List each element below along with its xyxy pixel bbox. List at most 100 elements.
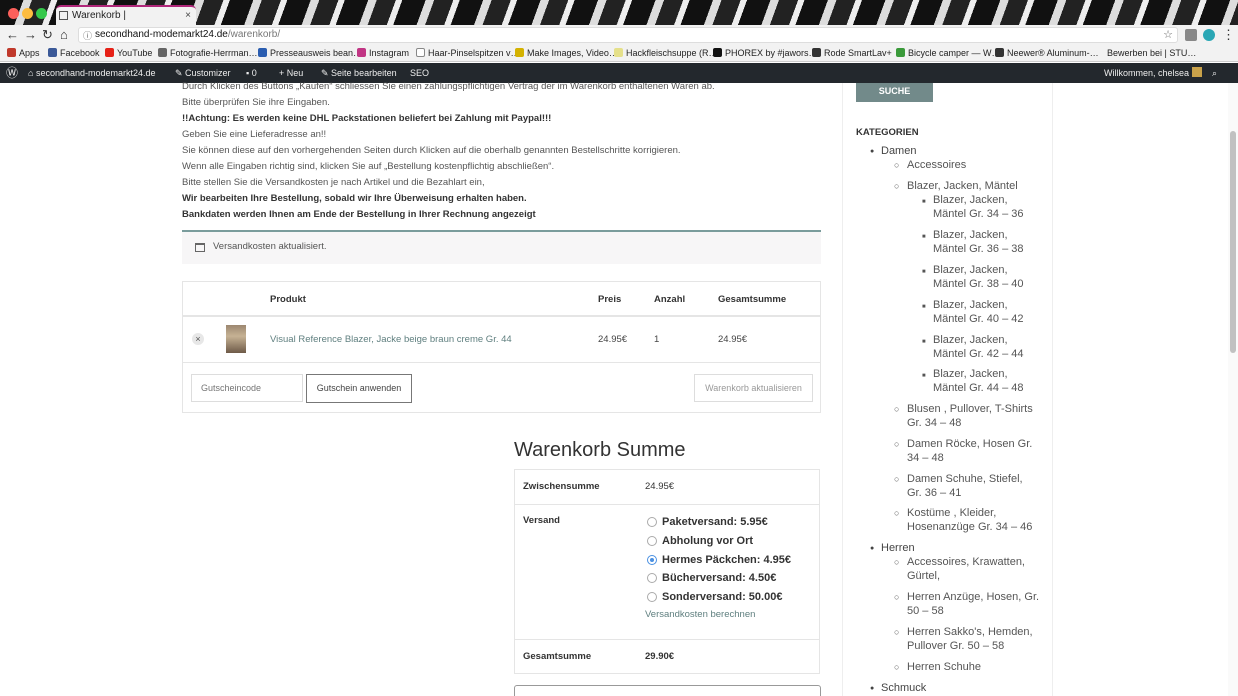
shipping-radio[interactable] [647,592,657,602]
category-link[interactable]: Kostüme , Kleider, Hosenanzüge Gr. 34 – … [894,506,1049,534]
category-link[interactable]: Blazer, Jacken, Mäntel Gr. 44 – 48 [922,367,1033,395]
bookmark-instagram[interactable]: Instagram [357,45,409,61]
close-window-button[interactable] [8,8,19,19]
shipping-radio[interactable] [647,555,657,565]
checkout-message: Geben Sie eine Lieferadresse an!! [182,129,327,140]
category-link[interactable]: Blazer, Jacken, Mäntel Gr. 36 – 38 [922,228,1033,256]
menu-icon[interactable]: ⋮ [1222,27,1235,43]
category-link[interactable]: Accessoires, Krawatten, Gürtel, [894,555,1037,583]
item-qty[interactable]: 1 [654,334,659,345]
checkout-button[interactable] [514,685,821,696]
category-link[interactable]: Blazer, Jacken, Mäntel Gr. 34 – 36 [922,193,1033,221]
category-link[interactable]: Damen Schuhe, Stiefel, Gr. 36 – 41 [894,472,1029,500]
extension-icon[interactable] [1203,29,1215,41]
bookmark-hackfleischsuppe[interactable]: Hackfleischsuppe (R… [614,45,718,61]
page-icon [713,48,722,57]
update-cart-button[interactable]: Warenkorb aktualisieren [694,374,813,402]
bookmark-bewerben[interactable]: Bewerben bei | STU… [1107,45,1196,61]
bookmark-apps[interactable]: Apps [7,45,40,61]
admin-welcome[interactable]: Willkommen, chelsea [1104,63,1202,83]
table-divider [183,362,820,363]
bookmark-neewer[interactable]: Neewer® Aluminum-… [995,45,1099,61]
shipping-option[interactable]: Paketversand: 5.95€ [645,516,768,528]
category-link[interactable]: Blazer, Jacken, Mäntel Gr. 40 – 42 [922,298,1033,326]
bookmark-make-images[interactable]: Make Images, Video… [515,45,618,61]
search-icon[interactable]: ⌕ [1212,63,1217,83]
reload-icon[interactable]: ↻ [42,27,53,43]
shipping-option-selected[interactable]: Hermes Päckchen: 4.95€ [645,554,791,566]
total-value: 29.90€ [645,651,675,662]
scrollbar-thumb[interactable] [1230,131,1236,353]
admin-edit-page-link[interactable]: ✎ Seite bearbeiten [321,63,397,83]
shipping-radio[interactable] [647,573,657,583]
wordpress-icon[interactable]: Ⓦ [6,63,18,83]
checkout-message: Bitte stellen Sie die Versandkosten je n… [182,177,485,188]
category-link[interactable]: Blusen , Pullover, T-Shirts Gr. 34 – 48 [894,402,1042,430]
apps-icon [7,48,16,57]
url-input[interactable]: ⓘ secondhand-modemarkt24.de/warenkorb/ ☆ [78,27,1178,43]
browser-tab[interactable]: Warenkorb | × [56,5,196,25]
bookmark-youtube[interactable]: YouTube [105,45,152,61]
forward-icon[interactable]: → [24,27,37,43]
category-link[interactable]: Damen [870,144,917,159]
admin-comments-link[interactable]: ▪ 0 [246,63,257,83]
category-link[interactable]: Accessoires [894,158,966,172]
shipping-radio[interactable] [647,536,657,546]
home-icon[interactable]: ⌂ [60,27,68,43]
checkout-message: Durch Klicken des Buttons „Kaufen“ schli… [182,81,715,92]
page-icon [258,48,267,57]
categories-title: KATEGORIEN [856,127,919,138]
calculate-shipping-link[interactable]: Versandkosten berechnen [645,609,755,620]
table-divider [183,315,820,317]
category-link[interactable]: Herren Anzüge, Hosen, Gr. 50 – 58 [894,590,1045,618]
bookmark-bicycle[interactable]: Bicycle camper — W… [896,45,1001,61]
apply-coupon-button[interactable]: Gutschein anwenden [306,374,412,403]
shipping-option[interactable]: Sonderversand: 50.00€ [645,591,782,603]
maximize-window-button[interactable] [36,8,47,19]
bookmark-facebook[interactable]: Facebook [48,45,100,61]
checkout-message: Wenn alle Eingaben richtig sind, klicken… [182,161,555,172]
category-link[interactable]: Blazer, Jacken, Mäntel Gr. 38 – 40 [922,263,1033,291]
bookmark-star-icon[interactable]: ☆ [1163,28,1173,42]
admin-new-link[interactable]: + Neu [279,63,303,83]
category-link[interactable]: Herren Sakko's, Hemden, Pullover Gr. 50 … [894,625,1045,653]
category-link[interactable]: Blazer, Jacken, Mäntel [894,179,1018,193]
shipping-radio[interactable] [647,517,657,527]
search-button[interactable]: SUCHE [856,83,933,102]
shipping-option[interactable]: Bücherversand: 4.50€ [645,572,776,584]
tab-close-icon[interactable]: × [185,7,191,25]
checkout-message: Bankdaten werden Ihnen am Ende der Beste… [182,209,536,220]
shipping-option[interactable]: Abholung vor Ort [645,535,753,547]
product-link[interactable]: Visual Reference Blazer, Jacke beige bra… [270,334,512,345]
instagram-icon [357,48,366,57]
shipping-label: Versand [523,515,560,526]
plus-icon: + [279,68,287,78]
category-link[interactable]: Herren Schuhe [894,660,981,674]
page-icon [158,48,167,57]
item-total: 24.95€ [718,334,748,345]
bookmark-presseausweis[interactable]: Presseausweis bean… [258,45,362,61]
avatar [1191,67,1202,77]
url-host: secondhand-modemarkt24.de [95,29,228,40]
page-icon [515,48,524,57]
admin-seo-link[interactable]: SEO [410,63,429,83]
remove-item-button[interactable]: × [192,333,204,345]
admin-customizer-link[interactable]: ✎ Customizer [175,63,231,83]
product-thumbnail[interactable] [226,325,246,353]
bookmark-haar[interactable]: Haar-Pinselspitzen v… [416,45,520,61]
extension-icon[interactable] [1185,29,1197,41]
category-link[interactable]: Herren [870,541,915,556]
bookmark-fotografie[interactable]: Fotografie-Herrman… [158,45,258,61]
coupon-input[interactable] [191,374,303,402]
category-link[interactable]: Damen Röcke, Hosen Gr. 34 – 48 [894,437,1045,465]
admin-site-link[interactable]: ⌂ secondhand-modemarkt24.de [28,63,156,83]
header-product: Produkt [270,294,306,305]
bookmark-rode[interactable]: Rode SmartLav+ [812,45,892,61]
page-icon [812,48,821,57]
minimize-window-button[interactable] [22,8,33,19]
category-link[interactable]: Schmuck [870,681,926,696]
category-link[interactable]: Blazer, Jacken, Mäntel Gr. 42 – 44 [922,333,1033,361]
brush-icon: ✎ [175,68,186,78]
bookmark-phorex[interactable]: PHOREX by #jawors… [713,45,818,61]
back-icon[interactable]: ← [6,27,19,43]
